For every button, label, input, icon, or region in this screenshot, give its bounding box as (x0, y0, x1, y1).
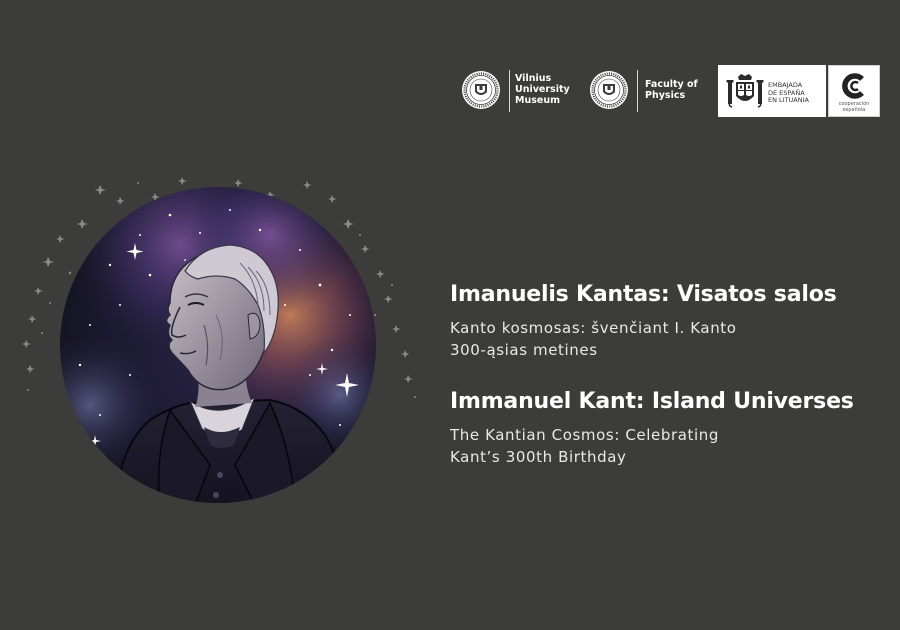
logo-text-line: Museum (515, 95, 560, 106)
logo-text-line: Faculty of (645, 79, 698, 90)
exhibition-text: Imanuelis Kantas: Visatos salos Kanto ko… (450, 281, 890, 468)
faculty-of-physics-logo-text: Faculty of Physics (645, 79, 715, 101)
english-subtitle: The Kantian Cosmos: Celebrating Kant’s 3… (450, 424, 890, 468)
partner-logos: Vilnius University Museum Faculty of Phy… (458, 64, 882, 120)
logo-text-line: University (515, 84, 570, 95)
cooperacion-logo-text: cooperación española (829, 101, 879, 113)
kant-portrait-illustration (22, 177, 416, 503)
spanish-coat-of-arms-icon (726, 74, 764, 108)
subtitle-line: Kant’s 300th Birthday (450, 448, 627, 466)
subtitle-line: 300-ąsias metines (450, 341, 598, 359)
logo-text-line: EN LITUANIA (768, 96, 809, 104)
cooperacion-espanola-icon (842, 73, 864, 99)
logo-text-line: española (842, 106, 866, 113)
lithuanian-subtitle: Kanto kosmosas: švenčiant I. Kanto 300-ą… (450, 317, 890, 361)
vilnius-university-museum-logo-text: Vilnius University Museum (515, 73, 585, 106)
vilnius-university-seal-icon (462, 71, 500, 109)
vilnius-university-seal-icon (590, 71, 628, 109)
cooperacion-espanola-logo: cooperación española (828, 65, 880, 117)
english-title: Immanuel Kant: Island Universes (450, 389, 854, 414)
event-banner: Vilnius University Museum Faculty of Phy… (0, 0, 900, 630)
logo-divider (637, 70, 638, 112)
subtitle-line: The Kantian Cosmos: Celebrating (450, 426, 720, 444)
embassy-of-spain-logo: EMBAJADA DE ESPAÑA EN LITUANIA (718, 65, 826, 117)
logo-text-line: Vilnius (515, 73, 552, 84)
lithuanian-title: Imanuelis Kantas: Visatos salos (450, 282, 837, 307)
logo-divider (509, 70, 510, 112)
logo-text-line: Physics (645, 90, 686, 101)
embassy-logo-text: EMBAJADA DE ESPAÑA EN LITUANIA (768, 81, 809, 105)
subtitle-line: Kanto kosmosas: švenčiant I. Kanto (450, 319, 737, 337)
